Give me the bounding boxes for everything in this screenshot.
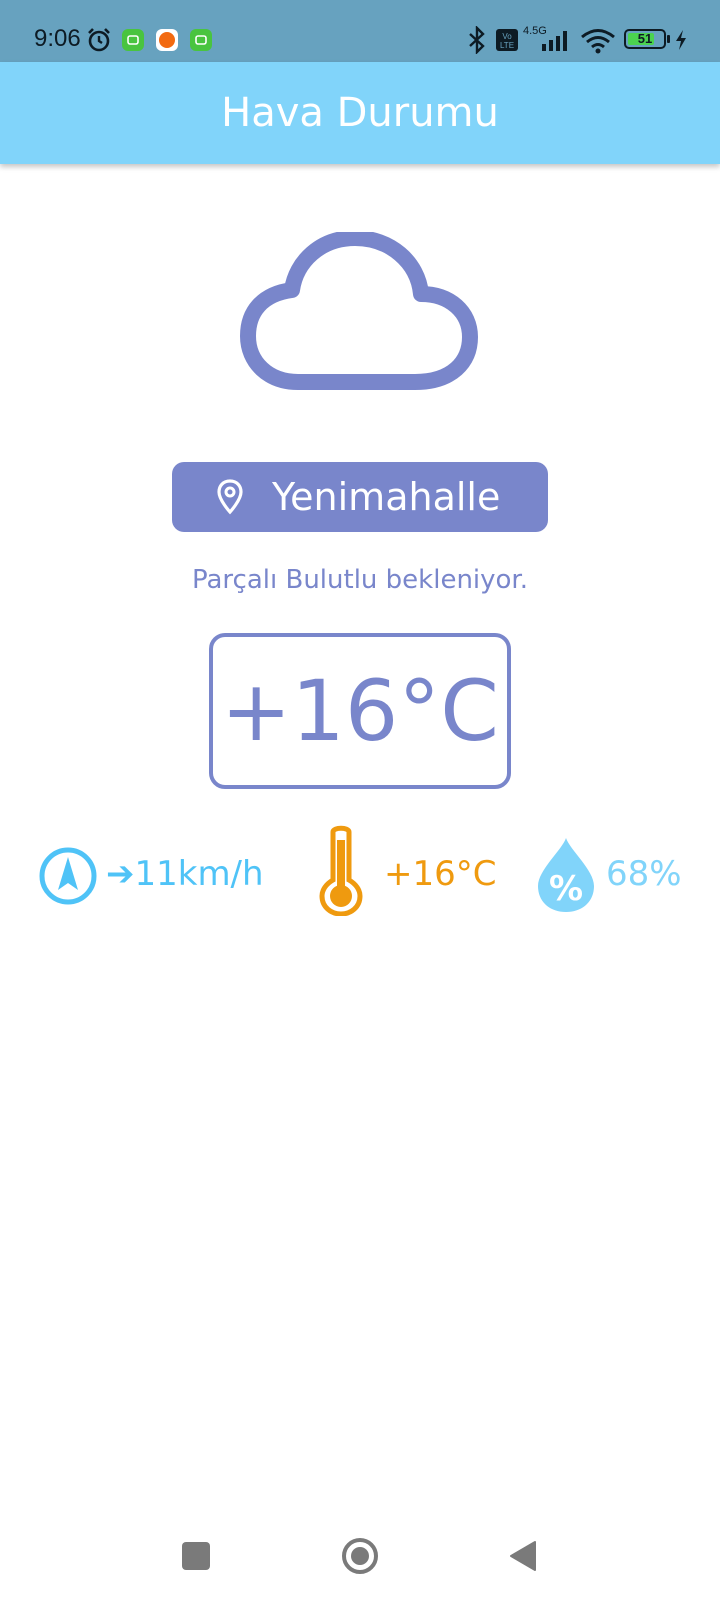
status-time: 9:06 xyxy=(34,25,81,52)
temperature-value: +16°C xyxy=(221,662,499,760)
location-pin-icon xyxy=(217,479,243,515)
app-title: Hava Durumu xyxy=(221,90,499,136)
bluetooth-icon xyxy=(469,26,485,54)
compass-icon xyxy=(39,847,97,905)
svg-text:LTE: LTE xyxy=(500,41,514,50)
app-notification-icon xyxy=(156,29,178,51)
home-icon[interactable] xyxy=(341,1537,379,1575)
battery-nub xyxy=(667,35,670,43)
location-name: Yenimahalle xyxy=(272,475,501,519)
app-bar: Hava Durumu xyxy=(0,62,720,164)
signal-icon xyxy=(542,31,567,51)
app-notification-icon xyxy=(190,29,212,51)
app-notification-icon xyxy=(122,29,144,51)
battery-percent: 51 xyxy=(637,31,653,46)
recents-icon[interactable] xyxy=(182,1542,210,1570)
weather-description: Parçalı Bulutlu bekleniyor. xyxy=(191,565,529,595)
wifi-icon xyxy=(581,29,615,54)
wind-speed: ➔11km/h xyxy=(106,854,264,894)
location-chip[interactable]: Yenimahalle xyxy=(172,462,548,532)
status-bar: 9:06 Vo LTE 4.5G 51 xyxy=(0,0,720,62)
svg-text:%: % xyxy=(549,869,583,909)
cloud-icon xyxy=(240,232,478,390)
battery-icon: 51 xyxy=(624,29,666,49)
thermometer-icon xyxy=(319,825,363,916)
feels-like-temperature: +16°C xyxy=(384,854,497,894)
charging-icon xyxy=(676,30,686,50)
temperature-box: +16°C xyxy=(209,633,511,789)
volte-icon: Vo LTE xyxy=(496,29,518,51)
svg-text:Vo: Vo xyxy=(502,32,512,41)
humidity-value: 68% xyxy=(606,854,682,894)
back-icon[interactable] xyxy=(508,1539,538,1573)
humidity-drop-icon: % xyxy=(538,838,594,912)
alarm-icon xyxy=(88,28,110,52)
